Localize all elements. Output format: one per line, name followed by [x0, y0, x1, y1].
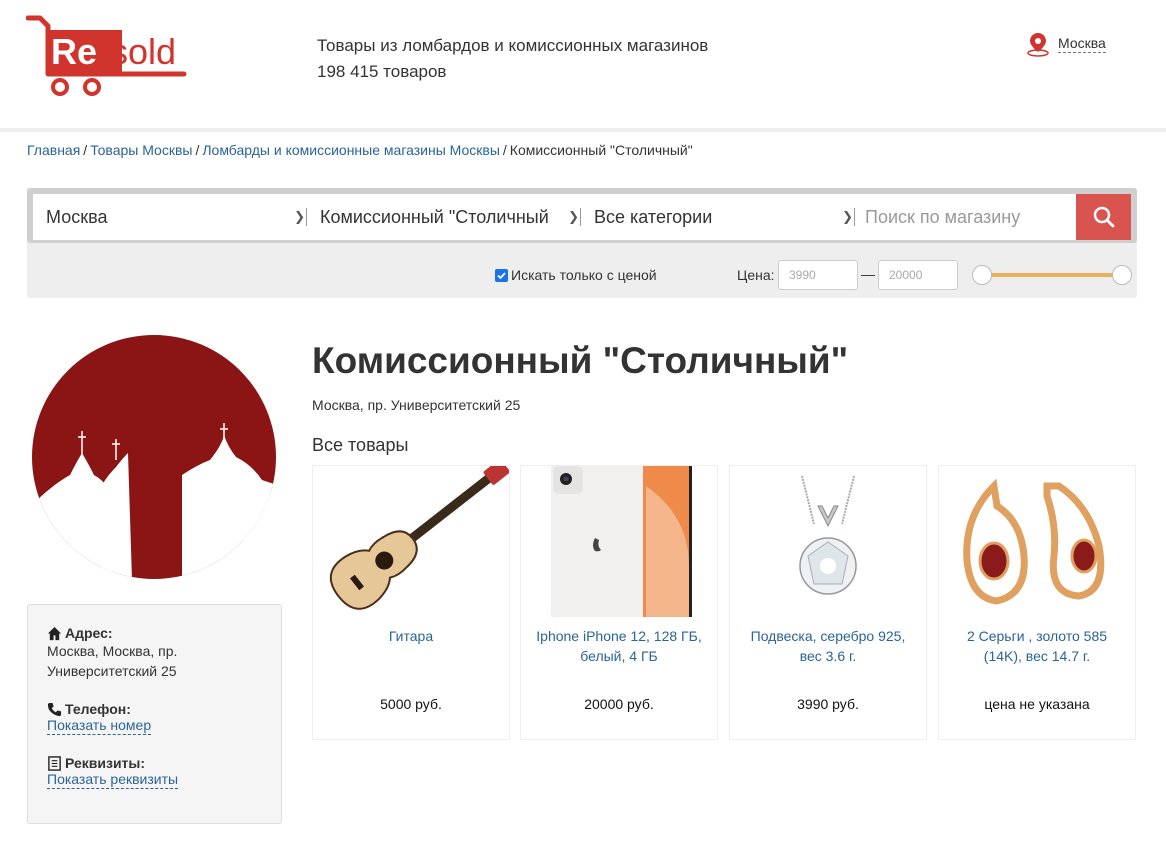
search-icon [1093, 206, 1114, 228]
category-select-value: Все категории [594, 207, 713, 227]
product-card[interactable]: Гитара 5000 руб. [312, 465, 510, 740]
breadcrumb-separator: / [502, 142, 507, 158]
product-card[interactable]: Iphone iPhone 12, 128 ГБ, белый, 4 ГБ 20… [520, 465, 718, 740]
shop-address: Москва, пр. Университетский 25 [312, 397, 521, 413]
shop-title: Комиссионный "Столичный" [312, 340, 849, 381]
price-slider-track[interactable] [982, 273, 1122, 277]
checkmark-icon [497, 272, 506, 280]
phone-icon [47, 702, 62, 716]
phone-block: Телефон: Показать номер [47, 701, 262, 735]
breadcrumb-home[interactable]: Главная [27, 142, 80, 158]
home-icon [47, 626, 62, 640]
product-price: 5000 руб. [380, 696, 442, 712]
product-card[interactable]: 2 Серьги , золото 585 (14K), вес 14.7 г.… [938, 465, 1136, 740]
site-header: Re sold Товары из ломбардов и комиссионн… [0, 0, 1166, 128]
city-select-value: Москва [46, 207, 108, 227]
price-dash: — [861, 266, 875, 282]
requisites-block: Реквизиты: Показать реквизиты [47, 755, 262, 789]
shop-logo [32, 335, 276, 579]
price-label: Цена: [737, 267, 775, 283]
search-placeholder: Поиск по магазину [865, 207, 1021, 227]
product-image-earrings[interactable] [939, 466, 1135, 617]
price-max-input[interactable]: 20000 [878, 260, 958, 290]
only-with-price-label[interactable]: Искать только с ценой [511, 267, 657, 283]
address-line-2: Университетский 25 [47, 663, 177, 679]
all-products-heading: Все товары [312, 435, 409, 455]
breadcrumb-moscow-goods[interactable]: Товары Москвы [90, 142, 192, 158]
requisites-label: Реквизиты: [65, 755, 146, 771]
product-image-pendant[interactable] [730, 466, 926, 617]
show-requisites-link[interactable]: Показать реквизиты [47, 771, 179, 789]
select-divider [854, 208, 855, 226]
breadcrumb-current: Комиссионный "Столичный" [509, 142, 693, 158]
address-label: Адрес: [65, 625, 113, 641]
breadcrumb: Главная / Товары Москвы / Ломбарды и комисси… [27, 142, 693, 158]
search-input[interactable]: Поиск по магазину [855, 194, 1075, 240]
site-tagline: Товары из ломбардов и комиссионных магаз… [317, 33, 708, 85]
city-name[interactable]: Москва [1058, 35, 1106, 53]
requisites-heading: Реквизиты: [47, 755, 262, 771]
city-selector[interactable]: Москва [1026, 31, 1106, 57]
product-name[interactable]: Iphone iPhone 12, 128 ГБ, белый, 4 ГБ [529, 626, 709, 666]
city-select[interactable]: Москва ❯ [33, 194, 307, 240]
logo-sold-text: sold [110, 31, 176, 72]
phone-heading: Телефон: [47, 701, 262, 717]
product-price: 3990 руб. [797, 696, 859, 712]
shop-info-box: Адрес: Москва, Москва, пр. Университетск… [27, 604, 282, 824]
phone-label: Телефон: [65, 701, 131, 717]
search-button[interactable] [1076, 194, 1131, 240]
tagline-text: Товары из ломбардов и комиссионных магаз… [317, 36, 709, 55]
breadcrumb-separator: / [83, 142, 88, 158]
search-bar: Москва ❯ Комиссионный "Столичный ❯ Все к… [33, 194, 1131, 240]
address-line-1: Москва, Москва, пр. [47, 643, 178, 659]
price-min-input[interactable]: 3990 [778, 260, 858, 290]
resold-logo[interactable]: Re sold [26, 14, 192, 98]
product-price: 20000 руб. [584, 696, 654, 712]
breadcrumb-pawnshops[interactable]: Ломбарды и комиссионные магазины Москвы [202, 142, 500, 158]
filter-row: Искать только с ценой Цена: 3990 — 20000 [27, 258, 1137, 292]
logo-re-text: Re [51, 31, 97, 72]
address-heading: Адрес: [47, 625, 262, 641]
chevron-down-icon: ❯ [568, 209, 579, 224]
shop-select[interactable]: Комиссионный "Столичный ❯ [307, 194, 581, 240]
chevron-down-icon: ❯ [294, 209, 305, 224]
product-image-guitar[interactable] [313, 466, 509, 617]
breadcrumb-separator: / [195, 142, 200, 158]
price-slider-max-handle[interactable] [1112, 265, 1132, 285]
header-divider [0, 128, 1166, 132]
product-price: цена не указана [984, 696, 1090, 712]
address-block: Адрес: Москва, Москва, пр. Университетск… [47, 625, 262, 681]
document-icon [48, 755, 61, 771]
shop-select-value: Комиссионный "Столичный [320, 207, 549, 227]
product-name[interactable]: Подвеска, серебро 925, вес 3.6 г. [738, 626, 918, 666]
show-phone-link[interactable]: Показать номер [47, 717, 152, 735]
category-select[interactable]: Все категории ❯ [581, 194, 855, 240]
product-card[interactable]: Подвеска, серебро 925, вес 3.6 г. 3990 р… [729, 465, 927, 740]
product-name[interactable]: Гитара [321, 626, 501, 646]
only-with-price-checkbox[interactable] [495, 269, 508, 282]
product-image-iphone[interactable] [521, 466, 717, 617]
location-pin-icon [1027, 33, 1049, 57]
price-slider-min-handle[interactable] [972, 265, 992, 285]
chevron-down-icon: ❯ [842, 209, 853, 224]
product-count: 198 415 товаров [317, 62, 447, 81]
product-name[interactable]: 2 Серьги , золото 585 (14K), вес 14.7 г. [947, 626, 1127, 666]
